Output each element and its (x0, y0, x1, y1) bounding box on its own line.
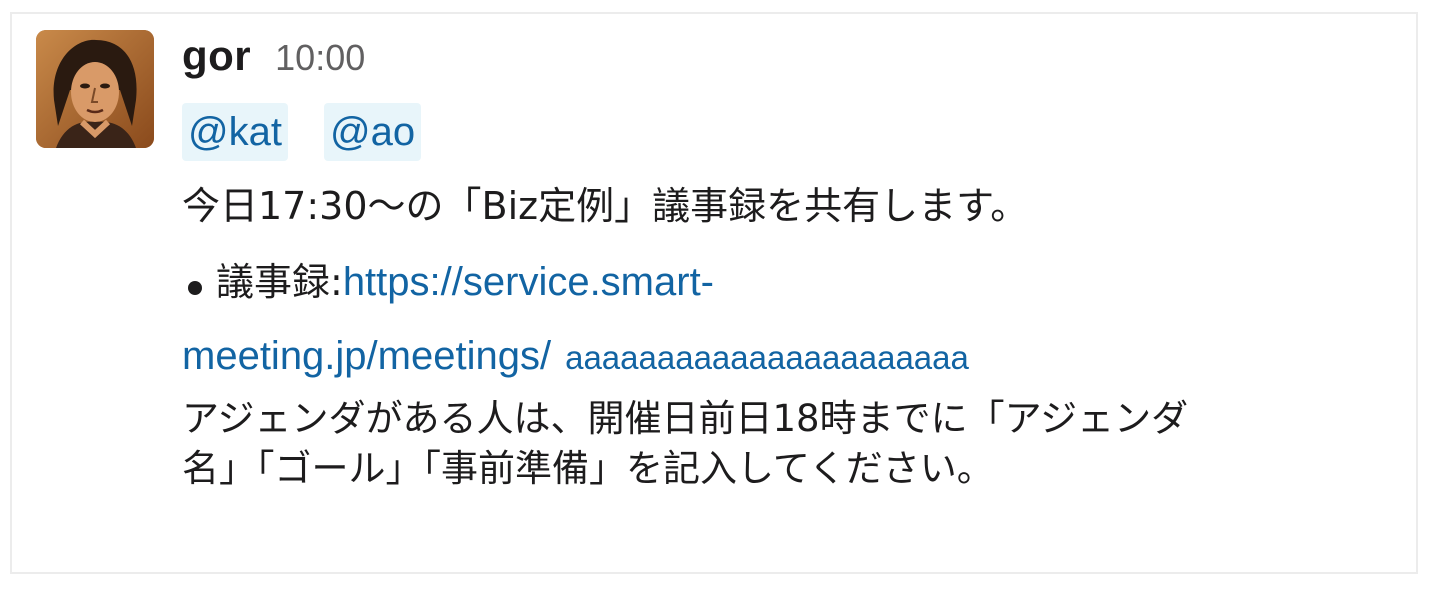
link-continuation: meeting.jp/meetings/aaaaaaaaaaaaaaaaaaaa… (182, 330, 1382, 384)
mentions-row: @kat @ao (182, 100, 1382, 164)
mention-ao[interactable]: @ao (323, 103, 422, 161)
message-timestamp[interactable]: 10:00 (275, 37, 365, 79)
avatar-portrait-icon (36, 30, 154, 148)
message-header: gor 10:00 (182, 32, 1382, 88)
bullet-item: 議事録: https://service.smart- (182, 256, 1382, 308)
mention-kat[interactable]: @kat (182, 103, 288, 161)
message-body: gor 10:00 @kat @ao 今日17:30〜の「Biz定例」議事録を共… (182, 32, 1382, 494)
avatar[interactable] (36, 30, 154, 148)
minutes-link-id[interactable]: aaaaaaaaaaaaaaaaaaaaaa (565, 339, 969, 376)
bullet-icon (188, 281, 202, 295)
message-container: gor 10:00 @kat @ao 今日17:30〜の「Biz定例」議事録を共… (10, 12, 1418, 574)
message-paragraph: アジェンダがある人は、開催日前日18時までに「アジェンダ名」「ゴール」「事前準備… (182, 397, 1189, 490)
message-text-line: 今日17:30〜の「Biz定例」議事録を共有します。 (182, 184, 1029, 228)
minutes-link[interactable]: https://service.smart- (343, 256, 714, 308)
bullet-label: 議事録: (216, 260, 343, 304)
author-name[interactable]: gor (182, 32, 251, 80)
minutes-link-continued[interactable]: meeting.jp/meetings/ (182, 334, 551, 378)
